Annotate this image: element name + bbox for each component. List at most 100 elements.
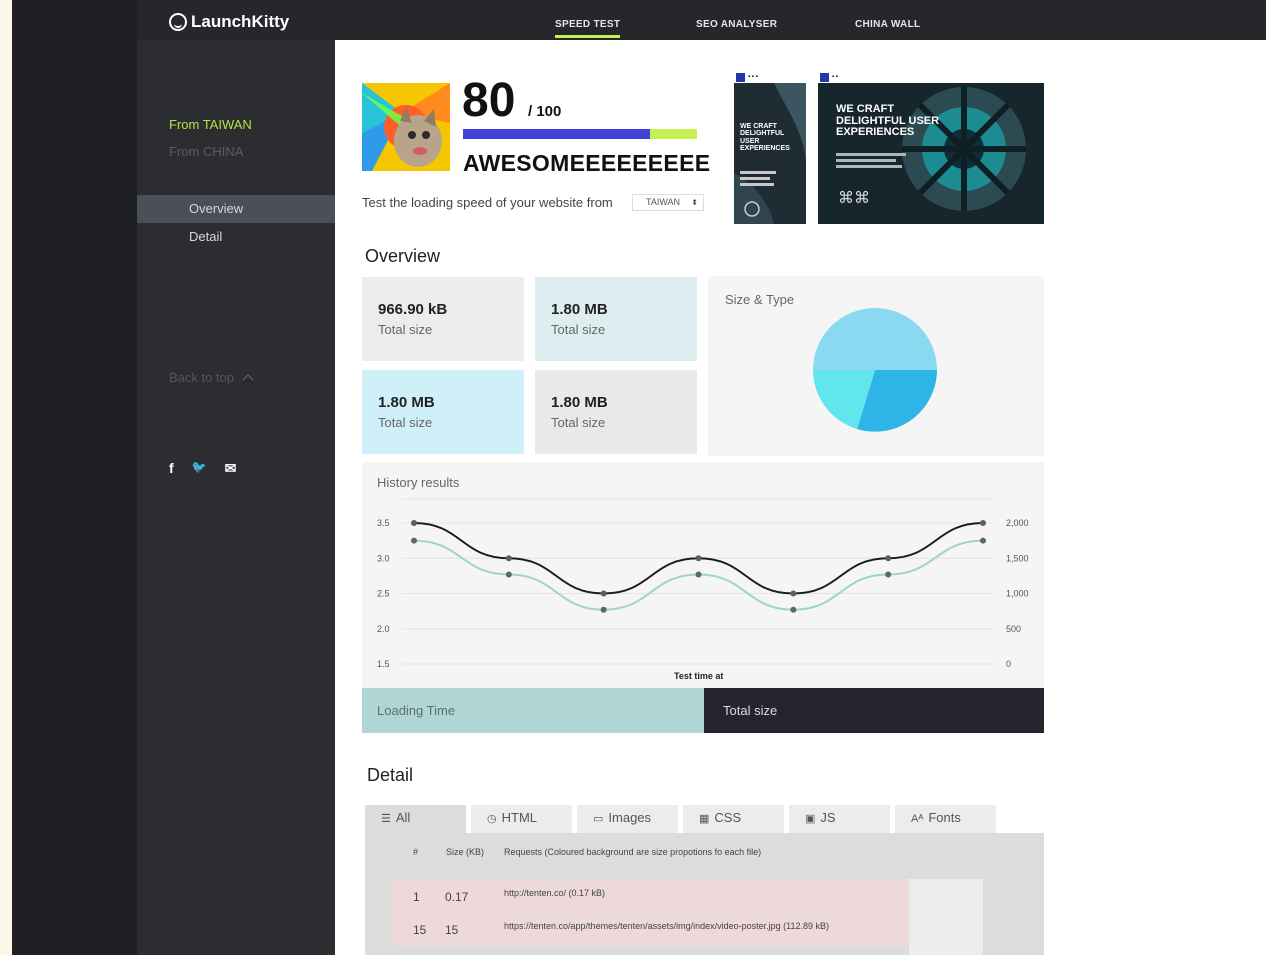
- test-location-prompt: Test the loading speed of your website f…: [362, 195, 613, 210]
- data-point[interactable]: [885, 555, 892, 562]
- desktop-screenshot-toolbar: ▪ ▪: [818, 71, 1044, 83]
- table-row[interactable]: 15 15 https://tenten.co/app/themes/tente…: [393, 912, 909, 946]
- tab-label: HTML: [501, 810, 537, 825]
- sidebar-from-china[interactable]: From CHINA: [169, 144, 243, 159]
- y-left-tick-label: 2.5: [377, 589, 390, 599]
- tab-label: All: [395, 810, 411, 825]
- nav-china-wall[interactable]: CHINA WALL: [855, 19, 920, 30]
- table-gutter: [909, 879, 983, 955]
- data-point[interactable]: [411, 520, 417, 526]
- score-value: 80: [462, 74, 516, 127]
- tab-label: CSS: [714, 810, 742, 825]
- tab-images[interactable]: ▭ Images: [577, 805, 678, 833]
- pie-chart-title: Size & Type: [725, 292, 795, 307]
- data-point[interactable]: [411, 537, 417, 544]
- top-navigation: LaunchKitty SPEED TEST SEO ANALYSER CHIN…: [137, 0, 1266, 40]
- stat-label: Total size: [551, 415, 606, 430]
- kitty-mascot-image: [362, 83, 450, 171]
- tab-label: Images: [608, 810, 652, 825]
- nav-seo-analyser[interactable]: SEO ANALYSER: [696, 19, 777, 30]
- tab-css[interactable]: ▦ CSS: [683, 805, 784, 833]
- stat-value: 1.80 MB: [378, 394, 435, 411]
- row-number: 1: [413, 890, 420, 904]
- data-point[interactable]: [695, 555, 702, 562]
- nav-speed-test[interactable]: SPEED TEST: [555, 19, 621, 38]
- pie-slice-1: [875, 308, 937, 370]
- y-left-tick-label: 3.0: [377, 553, 390, 563]
- tab-html[interactable]: ◷ HTML: [471, 805, 572, 833]
- y-left-tick-label: 3.5: [377, 518, 390, 528]
- mobile-screenshot: ▪ ▪ ▪ WE CRAFT DELIGHTFUL USER EXPERIENC…: [734, 71, 806, 224]
- tab-fonts[interactable]: Aᴬ Fonts: [895, 805, 996, 833]
- data-point[interactable]: [790, 590, 797, 597]
- data-point[interactable]: [885, 571, 892, 578]
- data-point[interactable]: [790, 606, 797, 613]
- sidebar-item-detail[interactable]: Detail: [137, 223, 335, 251]
- detail-tabs: ☰ All ◷ HTML ▭ Images ▦ CSS ▣ JS Aᴬ Fonts: [365, 805, 1044, 833]
- facebook-icon[interactable]: f: [169, 460, 174, 477]
- mobile-screenshot-toolbar: ▪ ▪ ▪: [734, 71, 806, 83]
- stat-value: 1.80 MB: [551, 301, 608, 318]
- js-icon: ▣: [805, 813, 816, 825]
- legend-loading-time[interactable]: Loading Time: [362, 688, 704, 733]
- score-out-of: / 100: [528, 103, 562, 120]
- back-to-top-label: Back to top: [169, 370, 235, 385]
- css-icon: ▦: [699, 813, 710, 825]
- detail-title: Detail: [367, 765, 414, 785]
- column-header-requests: Requests (Coloured background are size p…: [504, 847, 762, 857]
- stat-label: Total size: [378, 415, 433, 430]
- requests-table: # Size (KB) Requests (Coloured backgroun…: [365, 833, 1044, 955]
- clock-icon: ◷: [487, 813, 497, 825]
- stat-value: 1.80 MB: [551, 394, 608, 411]
- row-size: 15: [445, 923, 459, 937]
- back-to-top-link[interactable]: Back to top: [169, 370, 254, 386]
- column-header-size: Size (KB): [446, 847, 485, 857]
- tab-js[interactable]: ▣ JS: [789, 805, 890, 833]
- data-point[interactable]: [980, 537, 986, 544]
- data-point[interactable]: [505, 571, 512, 578]
- data-point[interactable]: [600, 590, 607, 597]
- legend-total-size[interactable]: Total size: [704, 688, 1044, 733]
- chevron-up-icon: [242, 374, 254, 386]
- y-right-tick-label: 500: [1006, 624, 1021, 634]
- data-point[interactable]: [980, 520, 986, 526]
- social-links: f 🐦 ✉: [169, 460, 236, 477]
- history-line-chart: 3.5 2,000 3.0 1,500 2.5 1,000 2.0 500 1.5 0 Test t…: [377, 498, 1029, 681]
- row-request-url: https://tenten.co/app/themes/tenten/asse…: [504, 921, 830, 931]
- data-point[interactable]: [600, 606, 607, 613]
- overview-title: Overview: [365, 246, 441, 266]
- score-verdict: AWESOMEEEEEEEEE: [463, 150, 711, 176]
- location-select[interactable]: TAIWAN ⬍: [632, 194, 704, 211]
- mobile-screenshot-headline: WE CRAFT DELIGHTFUL USER EXPERIENCES: [740, 123, 790, 153]
- x-axis-label: Test time at: [674, 671, 723, 681]
- score-progress-bar: [463, 129, 697, 139]
- stat-label: Total size: [378, 322, 433, 337]
- tab-all[interactable]: ☰ All: [365, 805, 466, 833]
- twitter-icon[interactable]: 🐦: [192, 460, 207, 477]
- data-point[interactable]: [695, 571, 702, 578]
- image-icon: ▭: [593, 813, 604, 825]
- y-right-tick-label: 1,000: [1006, 589, 1029, 599]
- page-edge: [0, 0, 12, 955]
- tab-label: JS: [820, 810, 836, 825]
- desktop-screenshot-headline: WE CRAFT DELIGHTFUL USER EXPERIENCES: [836, 103, 940, 139]
- size-type-card: Size & Type: [708, 276, 1044, 456]
- sidebar-item-overview[interactable]: Overview: [137, 195, 335, 223]
- location-select-value: TAIWAN: [646, 197, 680, 207]
- table-row[interactable]: 1 0.17 http://tenten.co/ (0.17 kB): [393, 879, 909, 912]
- y-right-tick-label: 1,500: [1006, 553, 1029, 563]
- stat-value: 966.90 kB: [378, 301, 448, 318]
- row-request-url: http://tenten.co/ (0.17 kB): [504, 888, 606, 898]
- email-icon[interactable]: ✉: [225, 460, 237, 477]
- stat-card-4: 1.80 MB Total size: [535, 370, 697, 454]
- font-icon: Aᴬ: [911, 813, 924, 825]
- brand-logo[interactable]: LaunchKitty: [169, 12, 289, 32]
- y-right-tick-label: 0: [1006, 659, 1011, 669]
- data-point[interactable]: [505, 555, 512, 562]
- kitty-logo-icon: [169, 13, 187, 31]
- y-right-tick-label: 2,000: [1006, 518, 1029, 528]
- sidebar-from-taiwan[interactable]: From TAIWAN: [169, 117, 252, 132]
- brand-name: LaunchKitty: [191, 12, 290, 31]
- score-progress-fill: [463, 129, 651, 139]
- main-content: 80 / 100 AWESOMEEEEEEEEE Test the loadin…: [335, 40, 1266, 955]
